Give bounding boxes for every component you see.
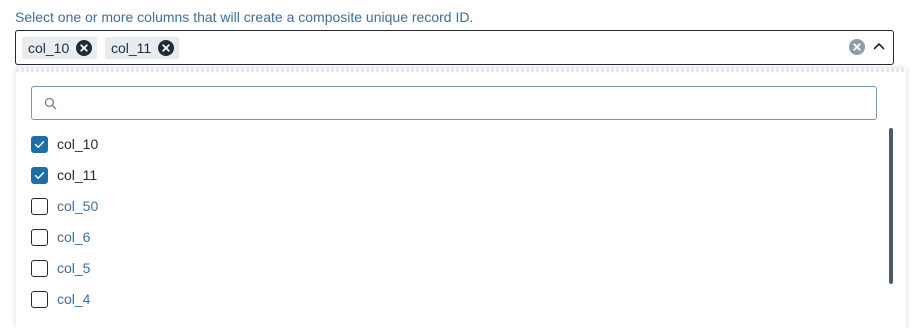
checkbox-unchecked[interactable] [31, 228, 48, 246]
option-label: col_50 [57, 198, 99, 214]
checkbox-unchecked[interactable] [31, 290, 48, 308]
search-input[interactable] [65, 87, 876, 119]
chip-label: col_11 [111, 40, 152, 56]
option-label: col_4 [57, 291, 91, 307]
checkbox-checked[interactable] [31, 135, 48, 153]
selected-chip-col-11: col_11 [105, 37, 180, 59]
option-label: col_5 [57, 260, 91, 276]
chip-label: col_10 [28, 40, 70, 56]
option-col-4[interactable]: col_4 [31, 288, 90, 310]
column-multiselect[interactable]: col_10 col_11 [15, 30, 894, 65]
option-label: col_6 [57, 229, 91, 245]
option-col-50[interactable]: col_50 [31, 195, 98, 217]
field-prompt: Select one or more columns that will cre… [15, 9, 474, 25]
option-col-11[interactable]: col_11 [31, 164, 97, 186]
checkbox-unchecked[interactable] [31, 197, 48, 215]
checkmark-icon [34, 140, 45, 148]
option-col-10[interactable]: col_10 [31, 133, 98, 155]
checkbox-unchecked[interactable] [31, 259, 48, 277]
option-col-5[interactable]: col_5 [31, 257, 90, 279]
clear-all-icon[interactable] [849, 39, 865, 55]
option-search-box[interactable] [31, 86, 877, 120]
dropdown-panel: col_10 col_11 col_50 col_6 col_5 col_4 [16, 68, 906, 328]
panel-divider [16, 68, 906, 72]
close-circle-icon[interactable] [158, 40, 175, 56]
option-label: col_10 [57, 136, 99, 152]
checkbox-checked[interactable] [31, 166, 48, 184]
checkmark-icon [34, 171, 45, 179]
option-label: col_11 [57, 167, 98, 183]
chevron-up-icon[interactable] [873, 42, 885, 50]
search-icon [44, 97, 57, 109]
option-col-6[interactable]: col_6 [31, 226, 90, 248]
close-circle-icon[interactable] [76, 40, 93, 56]
selected-chip-col-10: col_10 [22, 37, 98, 59]
scrollbar[interactable] [889, 128, 893, 284]
